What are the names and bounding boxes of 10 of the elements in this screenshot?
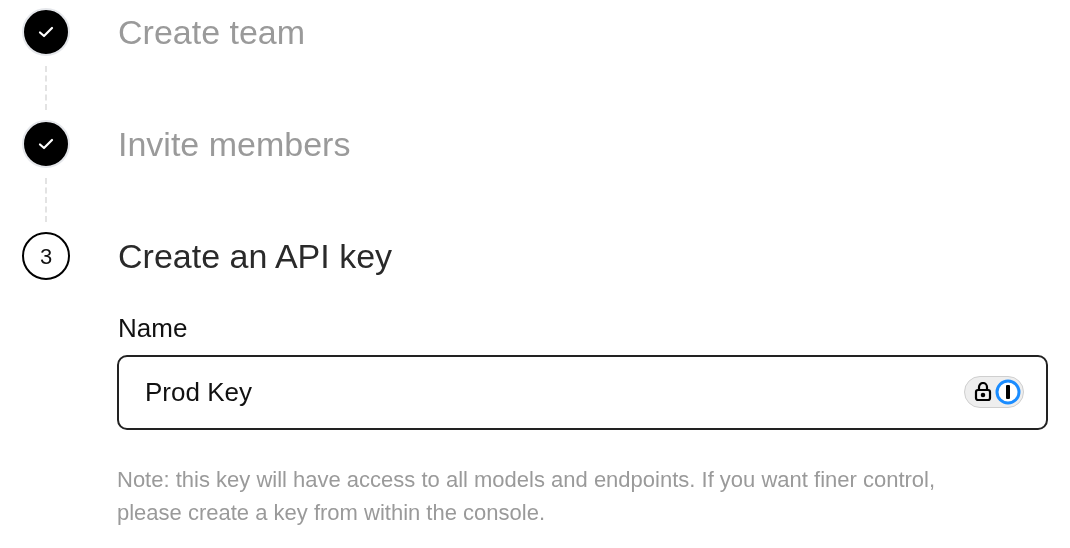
- password-manager-icon[interactable]: [964, 376, 1024, 408]
- step-number: 3: [22, 232, 70, 280]
- step-title: Create an API key: [118, 239, 393, 273]
- step-title: Invite members: [118, 127, 351, 161]
- note-text: Note: this key will have access to all models and endpoints. If you want finer control, please create a key from within the console.: [117, 466, 937, 527]
- check-icon: [38, 26, 54, 38]
- field-label: Name: [118, 315, 189, 341]
- check-icon: [38, 138, 54, 150]
- step-title: Create team: [118, 15, 306, 49]
- name-field[interactable]: Prod Key: [117, 355, 1048, 430]
